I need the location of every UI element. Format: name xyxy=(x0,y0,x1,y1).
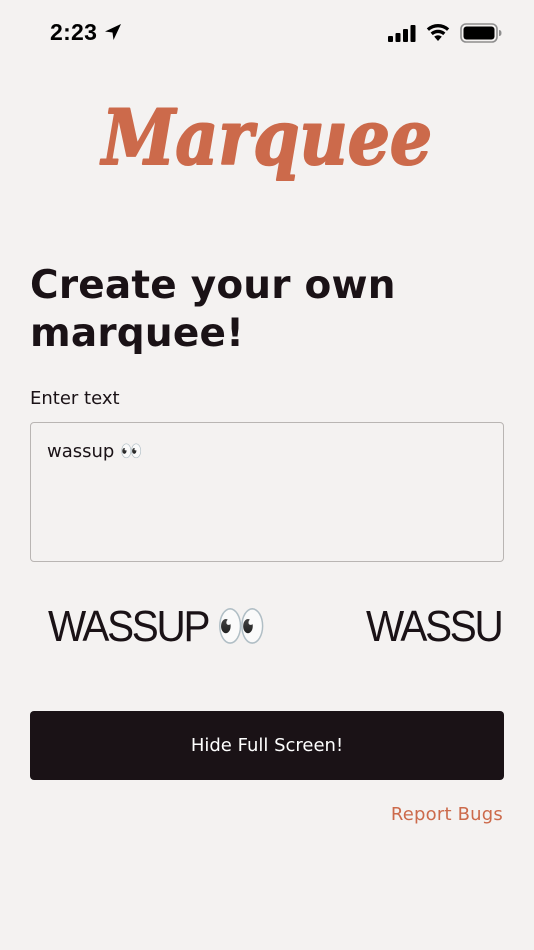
battery-icon xyxy=(460,23,502,43)
marquee-item: WASSUP 👀 xyxy=(366,602,504,651)
status-bar: 2:23 xyxy=(0,0,534,66)
marquee-logo: Marquee xyxy=(98,92,433,183)
wifi-icon xyxy=(426,24,450,41)
logo-text: Marquee xyxy=(99,93,432,182)
status-time: 2:23 xyxy=(50,19,98,45)
report-bugs-link[interactable]: Report Bugs xyxy=(391,804,503,825)
page-title: Create your own marquee! xyxy=(30,263,396,356)
marquee-text-input[interactable]: wassup 👀 xyxy=(30,422,504,562)
marquee-item: WASSUP 👀 xyxy=(48,602,267,651)
cellular-signal-icon xyxy=(388,25,416,42)
location-arrow-icon xyxy=(105,24,121,40)
marquee-preview: WASSUP 👀 WASSUP 👀 xyxy=(48,596,504,662)
enter-text-label: Enter text xyxy=(30,388,120,409)
hide-full-screen-button[interactable]: Hide Full Screen! xyxy=(30,711,504,780)
